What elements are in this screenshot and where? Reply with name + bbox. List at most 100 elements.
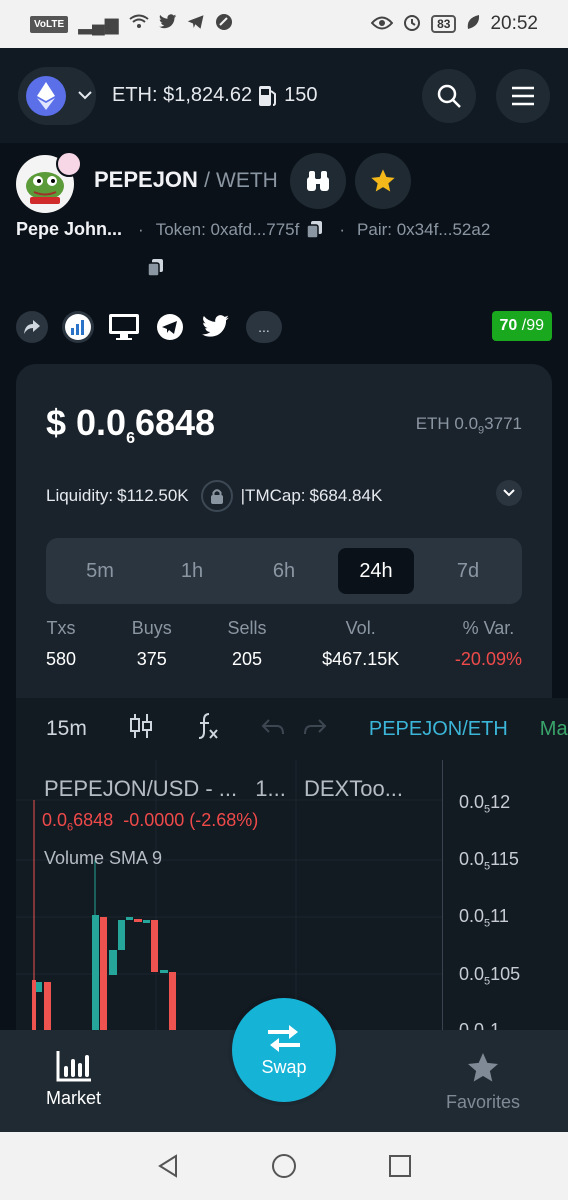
tmcap-label: |TMCap: [240,486,306,505]
candle-body [44,982,51,1030]
score-value: 70 [499,317,518,334]
nav-favorites[interactable]: Favorites [446,1050,520,1113]
liquidity-row: Liquidity: $112.50K |TMCap: $684.84K [46,480,382,512]
token-address: Token: 0xafd...775f [155,219,300,239]
timeframe-7d[interactable]: 7d [430,548,506,594]
twitter-link[interactable] [200,311,232,343]
back-button[interactable] [148,1146,188,1186]
stat-buys: Buys 375 [132,618,172,670]
stat-value: -20.09% [454,649,522,669]
timeframe-1h[interactable]: 1h [154,548,230,594]
nav-market[interactable]: Market [46,1050,101,1109]
gas-value: 150 [284,84,318,106]
nav-favorites-label: Favorites [445,1092,520,1112]
status-bar: VoLTE ▂▄▆ 83 20:52 [0,0,568,48]
favorite-button[interactable] [355,153,411,209]
status-right: 83 20:52 [370,13,538,36]
stat-label: Buys [131,618,172,638]
more-links-button[interactable]: ... [246,311,282,343]
price-chart[interactable]: PEPEJON/USD - ... 1... DEXToo... 0.06684… [16,760,568,1030]
leaf-icon [466,14,480,35]
volte-indicator: VoLTE [30,15,69,33]
chart-site-icon [65,314,91,340]
token-symbol: PEPEJON [94,167,198,192]
alarm-icon [403,13,421,36]
stat-variation: % Var. -20.09% [455,618,522,670]
dext-score-badge[interactable]: 70 /99 [491,311,552,341]
home-button[interactable] [264,1146,304,1186]
volume-indicator-label: Volume SMA 9 [44,848,163,868]
wifi-icon [129,14,149,35]
price-axis: 0.0512 0.05115 0.0511 0.05105 0.051 [442,760,568,1030]
stat-value: $467.15K [322,649,400,669]
share-button[interactable] [16,311,48,343]
undo-icon[interactable] [261,715,285,743]
signal-icon: ▂▄▆ [78,13,119,34]
stat-sells: Sells 205 [227,618,266,670]
token-name: Pepe John... [16,219,123,239]
candle-body [118,920,125,950]
star-icon [371,169,395,192]
search-button[interactable] [422,68,476,123]
candle-body [100,917,107,1030]
tmcap-value: $684.84K [309,486,383,505]
recents-button[interactable] [380,1146,420,1186]
binoculars-button[interactable] [290,153,346,209]
stat-label: % Var. [462,618,515,638]
hamburger-menu-icon [512,86,534,105]
stat-txs: Txs 580 [46,618,76,670]
chart-toolbar: 15m PEPEJON/ETH Ma [16,698,568,760]
candle-body [160,970,168,973]
swap-arrows-icon [268,1024,300,1052]
price-axis-label: 0.0512 [459,792,511,816]
timeframe-24h[interactable]: 24h [338,548,414,594]
search-icon [437,84,461,108]
token-header: PEPEJON / WETH Pepe John... · Token: 0xa… [0,143,568,365]
telegram-link[interactable] [154,311,186,343]
timeframe-selector: 5m 1h 6h 24h 7d [46,538,522,604]
social-links: ... [16,311,282,343]
eth-price: ETH 0.093771 [415,414,522,437]
bar-chart-icon [56,1051,91,1082]
candle-body [32,980,36,1030]
stat-label: Sells [227,618,267,638]
back-triangle-icon [158,1154,177,1178]
chart-pair-selector[interactable]: PEPEJON/ETH [369,718,508,741]
twitter-notification-icon [158,13,177,35]
copy-token-address-icon[interactable] [306,220,323,239]
telegram-icon [157,314,183,340]
copy-pair-address-icon[interactable] [147,259,164,277]
chevron-down-icon [503,489,515,497]
price-axis-label: 0.05105 [459,964,521,988]
swap-label: Swap [261,1056,307,1077]
candlestick-type-icon[interactable] [129,713,153,746]
star-icon [467,1053,498,1082]
stats-row: Txs 580 Buys 375 Sells 205 Vol. $467.15K… [46,618,522,670]
chart-interval-button[interactable]: 15m [46,717,87,741]
eth-price-display: ETH: $1,824.62 150 [112,84,317,107]
recents-square-icon [389,1155,411,1177]
website-link[interactable] [108,311,140,343]
swap-button[interactable]: Swap [232,998,336,1102]
timeframe-5m[interactable]: 5m [62,548,138,594]
candle-body [134,919,142,922]
redo-icon[interactable] [303,715,327,743]
chart-site-link[interactable] [62,311,94,343]
chart-more-tab[interactable]: Ma [540,718,568,741]
binoculars-icon [307,171,329,191]
indicators-icon[interactable] [195,712,219,747]
menu-button[interactable] [496,68,550,123]
expand-details-button[interactable] [496,480,522,506]
stat-value: 375 [136,649,167,669]
app-header: ETH: $1,824.62 150 [0,48,568,143]
score-max: /99 [521,317,544,334]
chain-selector[interactable] [18,66,96,125]
lock-button[interactable] [200,480,233,512]
quote-symbol: WETH [216,169,278,192]
monitor-icon [109,314,139,340]
chart-source: DEXToo... [303,776,404,801]
timeframe-6h[interactable]: 6h [246,548,322,594]
stat-volume: Vol. $467.15K [322,618,399,670]
price-axis-label: 0.05115 [459,849,519,873]
price-axis-label: 0.051 [459,1020,501,1030]
